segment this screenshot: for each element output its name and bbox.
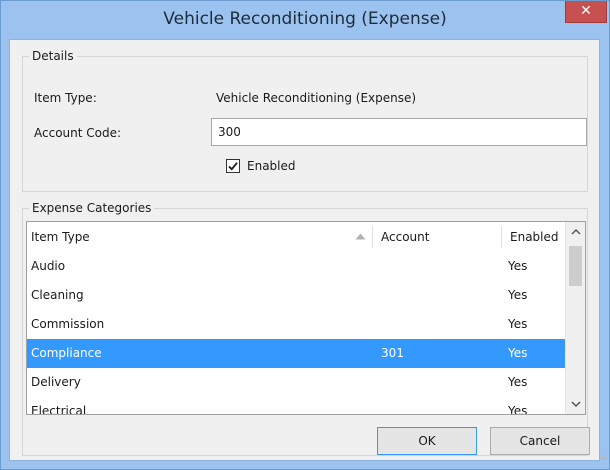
column-header-enabled[interactable]: Enabled [502,222,565,252]
scroll-down-button[interactable] [566,394,585,414]
cell-enabled: Yes [508,404,528,415]
column-header-account-label: Account [381,230,430,244]
expense-categories-grid[interactable]: Item Type Account Enabled Audio Yes Clea… [26,221,586,415]
scroll-up-button[interactable] [566,222,585,242]
grid-header: Item Type Account Enabled [27,222,565,253]
sort-ascending-icon [355,233,366,240]
chevron-up-icon [571,229,581,235]
ok-button[interactable]: OK [377,427,477,455]
chevron-down-icon [571,401,581,407]
close-icon: ✕ [580,3,592,19]
table-row[interactable]: Delivery Yes [27,368,565,397]
close-button[interactable]: ✕ [565,1,607,23]
table-row[interactable]: Cleaning Yes [27,281,565,310]
cell-item-type: Commission [31,317,105,331]
cell-enabled: Yes [508,346,528,360]
cell-enabled: Yes [508,317,528,331]
table-row[interactable]: Audio Yes [27,252,565,281]
column-header-enabled-label: Enabled [510,230,559,244]
cancel-button[interactable]: Cancel [490,427,590,455]
cell-enabled: Yes [508,375,528,389]
cell-item-type: Compliance [31,346,102,360]
account-code-label: Account Code: [34,126,122,140]
column-header-item-type[interactable]: Item Type [27,222,372,252]
cancel-button-label: Cancel [519,434,561,448]
cell-item-type: Delivery [31,375,81,389]
column-header-item-type-label: Item Type [31,230,90,244]
cell-item-type: Audio [31,259,66,273]
ok-button-label: OK [418,434,436,448]
title-bar[interactable]: Vehicle Reconditioning (Expense) ✕ [1,1,609,39]
resize-grip-icon[interactable] [597,451,607,461]
expense-categories-group-title: Expense Categories [29,201,155,215]
cell-account: 301 [381,346,404,360]
item-type-label: Item Type: [34,91,97,105]
cell-item-type: Cleaning [31,288,84,302]
item-type-value: Vehicle Reconditioning (Expense) [216,91,417,105]
checkmark-icon [228,162,238,171]
enabled-label[interactable]: Enabled [247,158,296,174]
account-code-field[interactable] [211,118,587,146]
table-row[interactable]: Electrical Yes [27,397,565,415]
dialog-body: Details Item Type: Vehicle Reconditionin… [9,39,600,461]
details-group-title: Details [29,49,77,63]
scrollbar-thumb[interactable] [569,246,582,286]
enabled-checkbox[interactable] [226,159,240,173]
dialog-window: Vehicle Reconditioning (Expense) ✕ Detai… [0,0,610,470]
vertical-scrollbar[interactable] [565,222,585,414]
cell-enabled: Yes [508,288,528,302]
window-title: Vehicle Reconditioning (Expense) [163,9,447,29]
column-header-account[interactable]: Account [373,222,501,252]
cell-enabled: Yes [508,259,528,273]
cell-item-type: Electrical [31,404,87,415]
table-row[interactable]: Commission Yes [27,310,565,339]
table-row-selected[interactable]: Compliance 301 Yes [27,339,565,368]
